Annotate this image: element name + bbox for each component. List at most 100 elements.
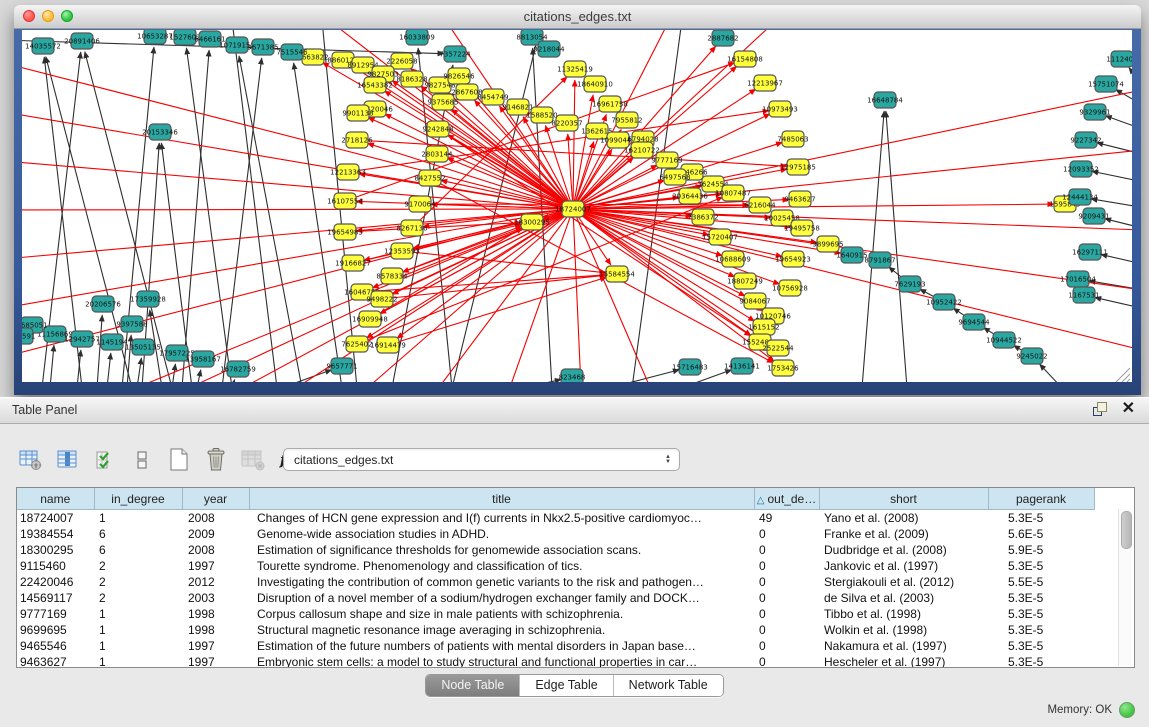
table-cell[interactable]: 9463627 — [17, 654, 94, 668]
network-node[interactable]: 1112404 — [1106, 51, 1132, 67]
table-cell[interactable]: 2 — [94, 574, 182, 590]
network-node[interactable]: 6216044 — [744, 197, 776, 213]
network-edge[interactable] — [492, 379, 561, 382]
network-edge[interactable] — [50, 345, 54, 382]
network-node[interactable]: 8220357 — [551, 115, 582, 131]
table-cell[interactable]: 2003 — [182, 590, 249, 606]
network-node[interactable]: 16909948 — [352, 311, 388, 327]
table-cell[interactable]: de Silva et al. (2003) — [819, 590, 988, 606]
column-header-pagerank[interactable]: pagerank — [988, 488, 1094, 510]
network-node[interactable]: 16107554 — [327, 193, 363, 209]
network-node[interactable]: 6497568 — [659, 169, 690, 185]
network-edge[interactable] — [232, 30, 277, 382]
network-node[interactable]: 11325419 — [557, 61, 593, 77]
network-node[interactable]: 2718126 — [341, 132, 373, 148]
table-cell[interactable]: Wolkin et al. (1998) — [819, 622, 988, 638]
network-edge[interactable] — [1105, 116, 1132, 126]
tab-edge-table[interactable]: Edge Table — [519, 675, 612, 696]
network-node[interactable]: 16154808 — [727, 51, 763, 67]
table-cell[interactable]: 1997 — [182, 654, 249, 668]
network-node[interactable]: 7357224 — [439, 46, 471, 62]
tab-network-table[interactable]: Network Table — [613, 675, 723, 696]
network-node[interactable]: 1167531 — [1068, 287, 1099, 303]
network-node[interactable]: 8791867 — [864, 252, 895, 268]
network-edge[interactable] — [1129, 68, 1132, 74]
table-row[interactable]: 1830029562008Estimation of significance … — [17, 542, 1094, 558]
network-node[interactable]: 16961758 — [592, 96, 628, 112]
network-edge[interactable] — [107, 353, 111, 382]
table-cell[interactable]: Franke et al. (2009) — [819, 526, 988, 542]
network-node[interactable]: 9901138 — [342, 105, 373, 121]
network-node[interactable]: 1615152 — [748, 319, 779, 335]
network-edge[interactable] — [568, 134, 573, 209]
network-edge[interactable] — [573, 209, 582, 382]
column-header-out_de[interactable]: △out_de… — [754, 488, 819, 510]
network-edge[interactable] — [573, 209, 745, 296]
table-cell[interactable]: 9699695 — [17, 622, 94, 638]
network-node[interactable]: 7955812 — [611, 112, 642, 128]
network-edge[interactable] — [862, 111, 884, 382]
select-columns-icon[interactable] — [92, 447, 118, 473]
network-node[interactable]: 10952422 — [926, 294, 962, 310]
network-edge[interactable] — [573, 80, 575, 209]
table-cell[interactable]: 2009 — [182, 526, 249, 542]
network-node[interactable]: 1753426 — [767, 360, 799, 376]
network-node[interactable]: 16914479 — [370, 337, 406, 353]
network-edge[interactable] — [22, 60, 573, 209]
table-row[interactable]: 911546021997Tourette syndrome. Phenomeno… — [17, 558, 1094, 574]
column-header-year[interactable]: year — [182, 488, 249, 510]
network-edge[interactable] — [222, 58, 262, 382]
table-cell[interactable]: 1998 — [182, 622, 249, 638]
network-canvas[interactable]: 1872400718300295766382288601238912954222… — [22, 30, 1132, 382]
window-titlebar[interactable]: citations_edges.txt — [14, 5, 1141, 29]
table-cell[interactable]: Genome-wide association studies in ADHD. — [249, 526, 754, 542]
network-edge[interactable] — [294, 63, 342, 382]
table-cell[interactable]: 5.5E-5 — [988, 574, 1094, 590]
network-node[interactable]: 1640915 — [836, 247, 867, 263]
table-cell[interactable]: 5.3E-5 — [988, 590, 1094, 606]
table-row[interactable]: 1938455462009Genome-wide association stu… — [17, 526, 1094, 542]
network-node[interactable]: 19654983 — [327, 224, 363, 240]
network-node[interactable]: 9671385 — [247, 39, 278, 55]
table-select-dropdown[interactable]: citations_edges.txt ▲▼ — [283, 448, 680, 471]
table-cell[interactable]: Jankovic et al. (1997) — [819, 558, 988, 574]
network-node[interactable]: 9694544 — [958, 314, 990, 330]
network-edge[interactable] — [197, 370, 201, 382]
delete-table-icon[interactable] — [240, 447, 266, 473]
table-cell[interactable]: 5.3E-5 — [988, 558, 1094, 574]
table-cell[interactable]: 18300295 — [17, 542, 94, 558]
table-cell[interactable]: 0 — [754, 542, 819, 558]
network-edge[interactable] — [886, 111, 907, 382]
table-cell[interactable]: Corpus callosum shape and size in male p… — [249, 606, 754, 622]
float-panel-icon[interactable] — [1092, 401, 1108, 417]
table-row[interactable]: 1456911722003Disruption of a novel membe… — [17, 590, 1094, 606]
table-cell[interactable]: Tibbo et al. (1998) — [819, 606, 988, 622]
network-node[interactable]: 9657771 — [326, 358, 357, 374]
table-cell[interactable]: Nakamura et al. (1997) — [819, 638, 988, 654]
table-cell[interactable]: Yano et al. (2008) — [819, 510, 988, 527]
table-cell[interactable]: 0 — [754, 526, 819, 542]
network-node[interactable]: 7625402 — [341, 336, 372, 352]
network-edge[interactable] — [182, 50, 209, 382]
table-cell[interactable]: 5.9E-5 — [988, 542, 1094, 558]
network-node[interactable]: 18640910 — [577, 76, 613, 92]
network-node[interactable]: 8427552 — [414, 170, 445, 186]
table-cell[interactable]: Hescheler et al. (1997) — [819, 654, 988, 668]
network-edge[interactable] — [22, 209, 573, 210]
network-node[interactable]: 16297111 — [1072, 244, 1108, 260]
table-mode-icon[interactable] — [18, 447, 44, 473]
table-cell[interactable]: 22420046 — [17, 574, 94, 590]
table-cell[interactable]: 5.3E-5 — [988, 638, 1094, 654]
table-cell[interactable]: 0 — [754, 558, 819, 574]
table-cell[interactable]: 0 — [754, 590, 819, 606]
table-cell[interactable]: 2008 — [182, 542, 249, 558]
network-node[interactable]: 10688609 — [715, 251, 751, 267]
table-scrollbar-thumb[interactable] — [1121, 511, 1132, 549]
network-node[interactable]: 19166827 — [335, 255, 371, 271]
network-node[interactable]: 20206576 — [85, 296, 121, 312]
network-node[interactable]: 19654923 — [775, 251, 811, 267]
network-edge[interactable] — [573, 209, 1132, 350]
network-node[interactable]: 7629193 — [894, 276, 925, 292]
table-row[interactable]: 977716911998Corpus callosum shape and si… — [17, 606, 1094, 622]
network-node[interactable]: 10653287 — [137, 30, 173, 44]
